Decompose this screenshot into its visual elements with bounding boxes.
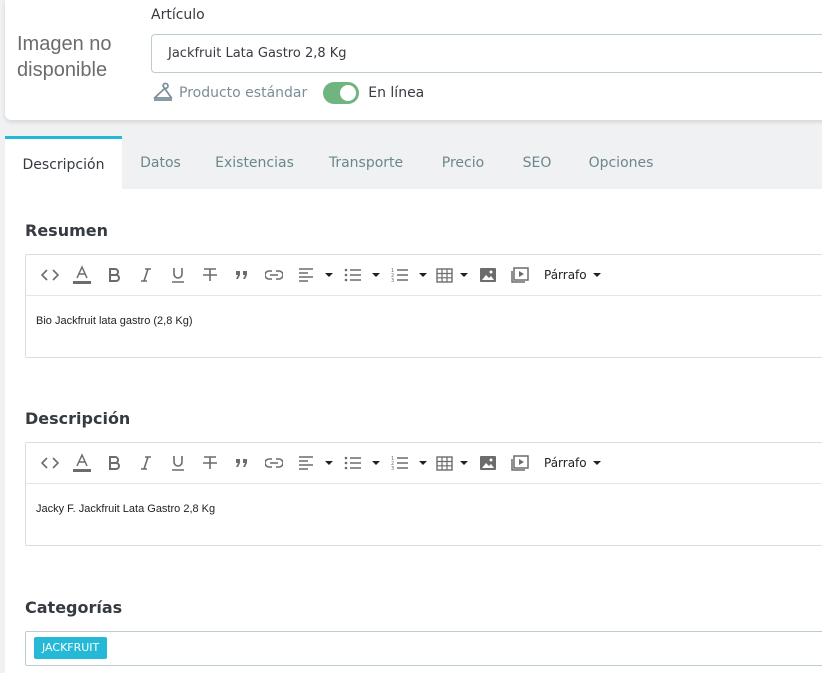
chevron-down-icon: [592, 273, 601, 277]
link-icon[interactable]: [258, 260, 290, 290]
tab-options[interactable]: Opciones: [570, 136, 672, 189]
description-content[interactable]: Jacky F. Jackfruit Lata Gastro 2,8 Kg: [26, 484, 822, 534]
bold-icon[interactable]: [98, 448, 130, 478]
bullet-list-dropdown[interactable]: [337, 448, 380, 478]
chevron-down-icon: [592, 461, 601, 465]
image-icon[interactable]: [472, 260, 504, 290]
link-icon[interactable]: [258, 448, 290, 478]
tab-shipping[interactable]: Transporte: [310, 136, 422, 189]
table-icon: [431, 448, 457, 478]
table-dropdown[interactable]: [431, 260, 468, 290]
product-name-label: Artículo: [151, 7, 205, 23]
description-toolbar: 123 Párrafo: [26, 443, 822, 484]
align-left-icon: [290, 260, 322, 290]
bold-icon[interactable]: [98, 260, 130, 290]
align-left-icon: [290, 448, 322, 478]
numbered-list-icon: 123: [384, 448, 416, 478]
product-type-row: Producto estándar En línea: [152, 82, 424, 104]
numbered-list-dropdown[interactable]: 123: [384, 448, 427, 478]
format-select[interactable]: Párrafo: [544, 456, 601, 470]
product-header: Imagen no disponible Artículo Jackfruit …: [5, 0, 822, 120]
hanger-icon: [152, 82, 174, 104]
underline-icon[interactable]: [162, 448, 194, 478]
strikethrough-icon[interactable]: [194, 260, 226, 290]
category-tag[interactable]: JACKFRUIT: [34, 637, 108, 659]
tab-data[interactable]: Datos: [122, 136, 199, 189]
bullet-list-icon: [337, 448, 369, 478]
table-dropdown[interactable]: [431, 448, 468, 478]
chevron-down-icon: [460, 461, 468, 465]
format-select-value: Párrafo: [544, 456, 587, 470]
tab-content-panel: Resumen 123 Párrafo Bio Jackfruit lata g…: [5, 189, 822, 673]
chevron-down-icon: [325, 461, 333, 465]
product-tabs: Descripción Datos Existencias Transporte…: [5, 136, 822, 189]
strikethrough-icon[interactable]: [194, 448, 226, 478]
media-icon[interactable]: [504, 260, 536, 290]
media-icon[interactable]: [504, 448, 536, 478]
bullet-list-dropdown[interactable]: [337, 260, 380, 290]
blockquote-icon[interactable]: [226, 448, 258, 478]
format-select[interactable]: Párrafo: [544, 268, 601, 282]
chevron-down-icon: [460, 273, 468, 277]
categories-title: Categorías: [25, 598, 123, 617]
description-title: Descripción: [25, 409, 131, 428]
product-name-input[interactable]: Jackfruit Lata Gastro 2,8 Kg: [151, 34, 822, 73]
svg-text:3: 3: [391, 466, 394, 471]
underline-icon[interactable]: [162, 260, 194, 290]
online-label: En línea: [368, 85, 425, 101]
categories-tag-input[interactable]: JACKFRUIT: [25, 631, 822, 666]
tab-description[interactable]: Descripción: [5, 136, 122, 189]
svg-text:3: 3: [391, 278, 394, 283]
numbered-list-dropdown[interactable]: 123: [384, 260, 427, 290]
chevron-down-icon: [419, 273, 427, 277]
source-code-icon[interactable]: [34, 260, 66, 290]
text-color-icon[interactable]: [66, 260, 98, 290]
description-editor: 123 Párrafo Jacky F. Jackfruit Lata Gast…: [25, 442, 822, 546]
summary-content[interactable]: Bio Jackfruit lata gastro (2,8 Kg): [26, 296, 822, 346]
chevron-down-icon: [325, 273, 333, 277]
blockquote-icon[interactable]: [226, 260, 258, 290]
italic-icon[interactable]: [130, 260, 162, 290]
tab-stock[interactable]: Existencias: [199, 136, 310, 189]
tab-seo[interactable]: SEO: [504, 136, 570, 189]
no-image-placeholder: Imagen no disponible: [17, 33, 112, 81]
tab-price[interactable]: Precio: [422, 136, 504, 189]
source-code-icon[interactable]: [34, 448, 66, 478]
chevron-down-icon: [372, 461, 380, 465]
align-dropdown[interactable]: [290, 260, 333, 290]
summary-editor: 123 Párrafo Bio Jackfruit lata gastro (2…: [25, 254, 822, 358]
italic-icon[interactable]: [130, 448, 162, 478]
product-type-link[interactable]: Producto estándar: [179, 85, 307, 101]
format-select-value: Párrafo: [544, 268, 587, 282]
text-color-icon[interactable]: [66, 448, 98, 478]
chevron-down-icon: [419, 461, 427, 465]
align-dropdown[interactable]: [290, 448, 333, 478]
chevron-down-icon: [372, 273, 380, 277]
bullet-list-icon: [337, 260, 369, 290]
numbered-list-icon: 123: [384, 260, 416, 290]
table-icon: [431, 260, 457, 290]
summary-toolbar: 123 Párrafo: [26, 255, 822, 296]
online-toggle[interactable]: [323, 82, 360, 104]
summary-title: Resumen: [25, 221, 108, 240]
image-icon[interactable]: [472, 448, 504, 478]
